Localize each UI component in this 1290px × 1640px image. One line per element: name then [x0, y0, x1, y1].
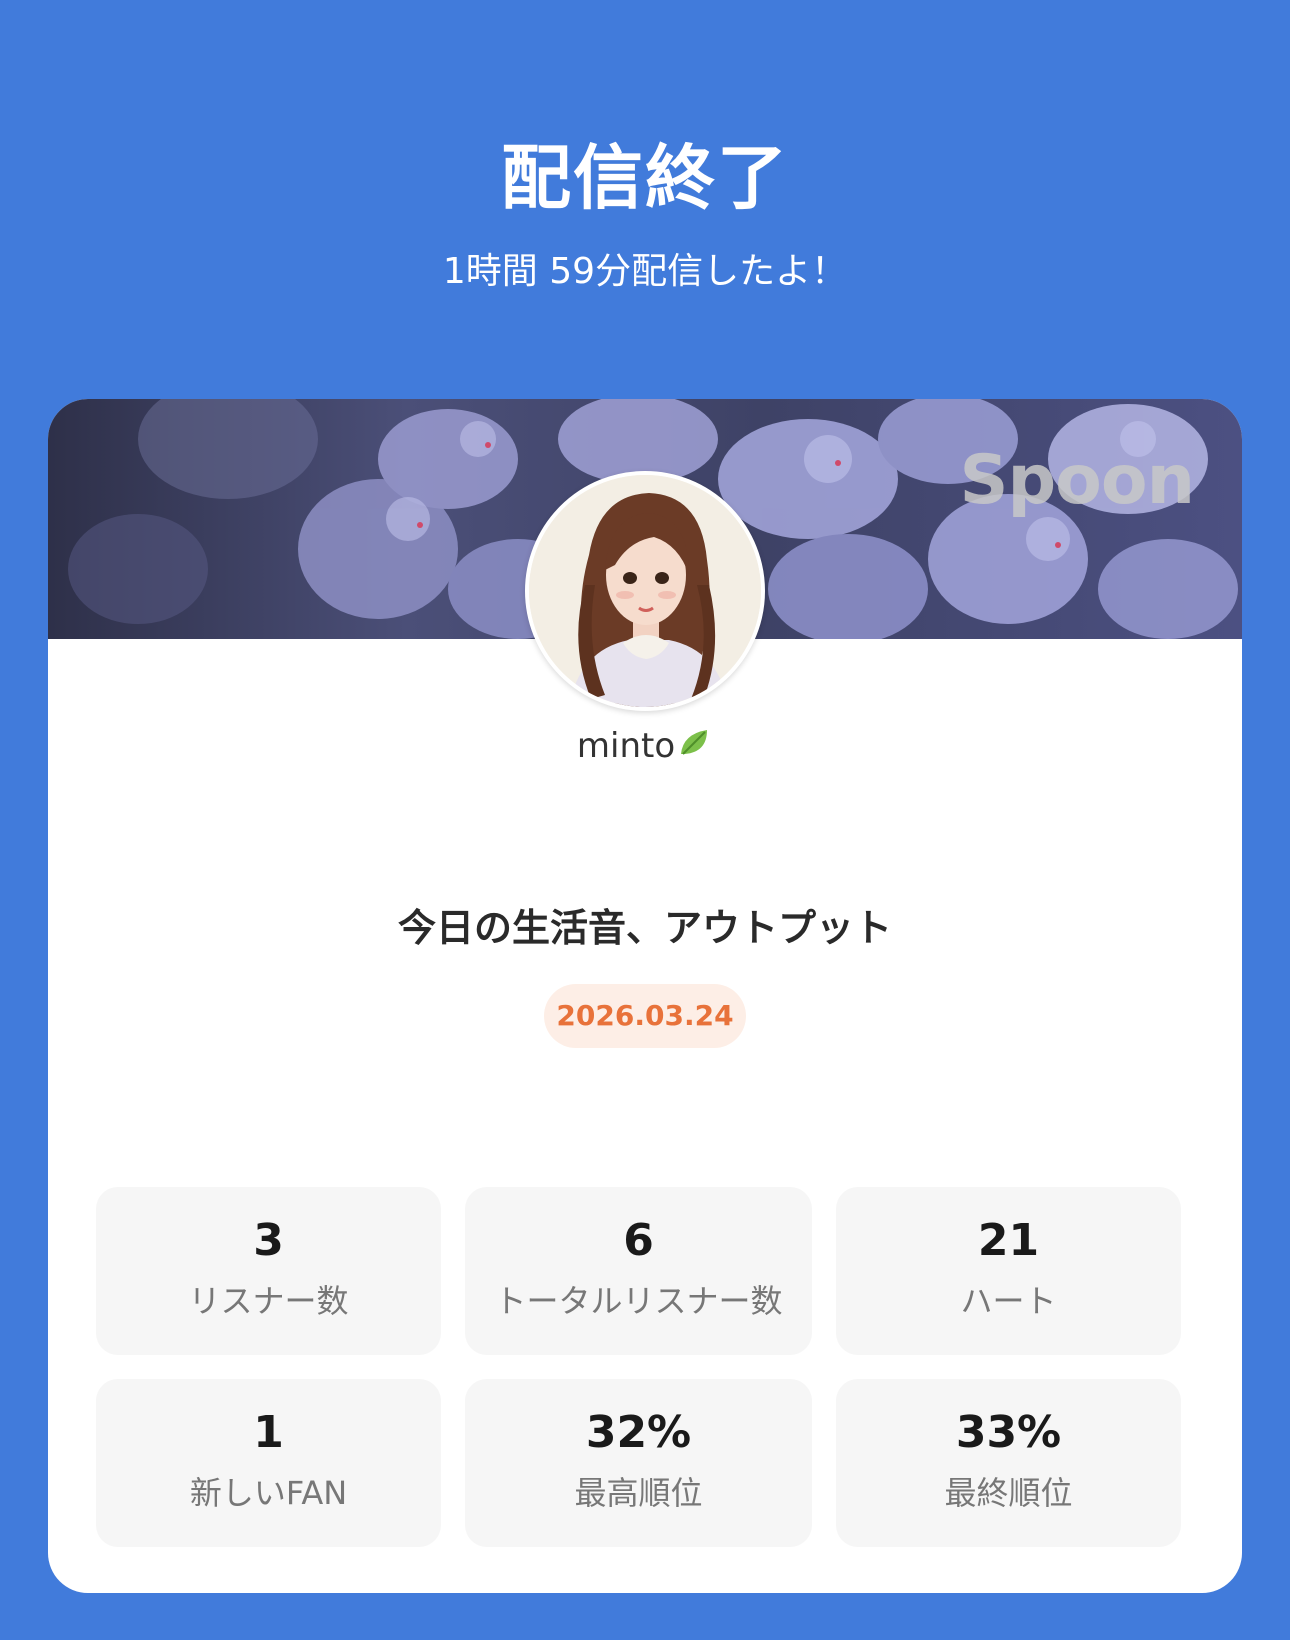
spoon-logo: Spoon — [959, 441, 1195, 520]
stat-value: 21 — [977, 1215, 1040, 1266]
stat-hearts: 21 ハート — [836, 1187, 1181, 1355]
stat-value: 32% — [585, 1407, 692, 1458]
stream-title: 今日の生活音、アウトプット — [397, 906, 892, 950]
stat-label: ハート — [960, 1282, 1057, 1320]
stat-value: 1 — [253, 1407, 284, 1458]
page-subtitle: 1時間 59分配信したよ！ — [442, 251, 848, 292]
stat-label: リスナー数 — [188, 1282, 349, 1320]
date-badge: 2026.03.24 — [544, 984, 746, 1048]
username: minto — [48, 724, 1242, 771]
stat-listeners: 3 リスナー数 — [96, 1187, 441, 1355]
stat-label: 新しいFAN — [189, 1474, 348, 1512]
page-title: 配信終了 — [501, 137, 789, 219]
stats-grid: 3 リスナー数 6 トータルリスナー数 21 ハート 1 新しいFAN 32% … — [96, 1187, 1182, 1547]
avatar[interactable] — [525, 471, 765, 711]
stat-total-listeners: 6 トータルリスナー数 — [465, 1187, 812, 1355]
broadcast-summary-card: Spoon minto 今日の生活音、アウトプット 2026.03.24 3 リ… — [48, 399, 1242, 1593]
username-text: minto — [576, 726, 676, 766]
stat-label: 最高順位 — [574, 1474, 703, 1512]
stat-value: 33% — [955, 1407, 1062, 1458]
stat-label: 最終順位 — [944, 1474, 1073, 1512]
stat-value: 3 — [253, 1215, 284, 1266]
leaf-icon — [677, 724, 713, 771]
stat-value: 6 — [623, 1215, 654, 1266]
stat-new-fans: 1 新しいFAN — [96, 1379, 441, 1547]
stat-label: トータルリスナー数 — [494, 1282, 783, 1320]
stat-highest-rank: 32% 最高順位 — [465, 1379, 812, 1547]
stat-final-rank: 33% 最終順位 — [836, 1379, 1181, 1547]
